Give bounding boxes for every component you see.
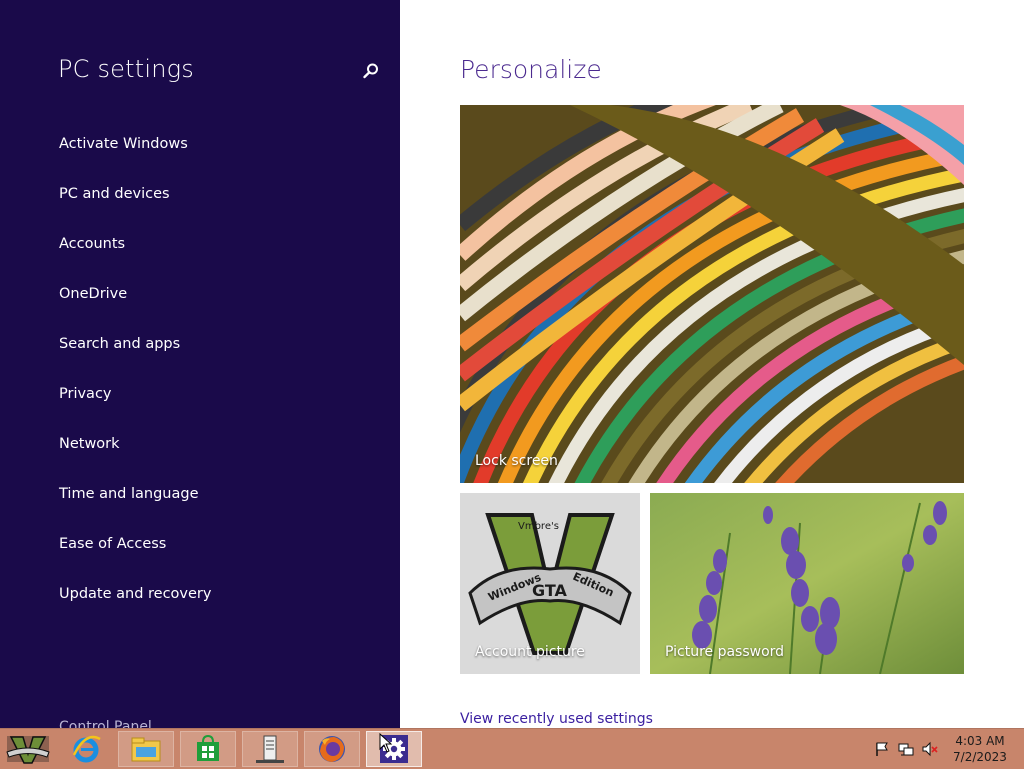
logo-text-center: GTA (532, 581, 568, 600)
sidebar-item-accounts[interactable]: Accounts (59, 236, 125, 252)
sidebar-item-ease-of-access[interactable]: Ease of Access (59, 536, 166, 552)
account-picture-label: Account picture (475, 644, 585, 660)
control-panel-link[interactable]: Control Panel (59, 719, 152, 728)
network-icon[interactable] (898, 741, 914, 757)
main-content: Personalize Lock screen Vmbre's Windows … (400, 0, 1024, 728)
view-recent-settings-link[interactable]: View recently used settings (460, 711, 653, 727)
clock-date: 7/2/2023 (953, 750, 1007, 764)
firefox-icon[interactable] (304, 731, 360, 767)
sidebar: PC settings Activate Windows PC and devi… (0, 0, 400, 728)
lock-screen-tile[interactable]: Lock screen (460, 105, 964, 483)
sidebar-item-activate-windows[interactable]: Activate Windows (59, 136, 188, 152)
sidebar-item-network[interactable]: Network (59, 436, 120, 452)
pc-settings-gear-icon[interactable] (366, 731, 422, 767)
server-manager-icon[interactable] (242, 731, 298, 767)
file-explorer-icon[interactable] (118, 731, 174, 767)
account-picture-tile[interactable]: Vmbre's Windows GTA Edition Account pict… (460, 493, 640, 674)
sidebar-item-pc-and-devices[interactable]: PC and devices (59, 186, 170, 202)
sidebar-item-update-and-recovery[interactable]: Update and recovery (59, 586, 211, 602)
taskbar-clock[interactable]: 4:03 AM 7/2/2023 (940, 733, 1020, 765)
page-title: Personalize (460, 55, 602, 84)
picture-password-tile[interactable]: Picture password (650, 493, 964, 674)
search-icon[interactable] (362, 62, 380, 80)
gta-v-icon[interactable] (0, 731, 56, 767)
sidebar-item-time-and-language[interactable]: Time and language (59, 486, 199, 502)
picture-password-label: Picture password (665, 644, 785, 660)
sidebar-item-privacy[interactable]: Privacy (59, 386, 112, 402)
sidebar-item-search-and-apps[interactable]: Search and apps (59, 336, 180, 352)
store-icon[interactable] (180, 731, 236, 767)
taskbar: 4:03 AM 7/2/2023 (0, 728, 1024, 769)
clock-time: 4:03 AM (955, 734, 1005, 748)
lock-screen-label: Lock screen (475, 453, 558, 469)
app-title: PC settings (58, 55, 194, 83)
volume-muted-icon[interactable] (922, 741, 938, 757)
logo-text-top: Vmbre's (518, 521, 559, 532)
internet-explorer-icon[interactable] (58, 731, 114, 767)
action-center-flag-icon[interactable] (874, 741, 890, 757)
sidebar-item-onedrive[interactable]: OneDrive (59, 286, 127, 302)
lock-screen-image (460, 105, 964, 483)
